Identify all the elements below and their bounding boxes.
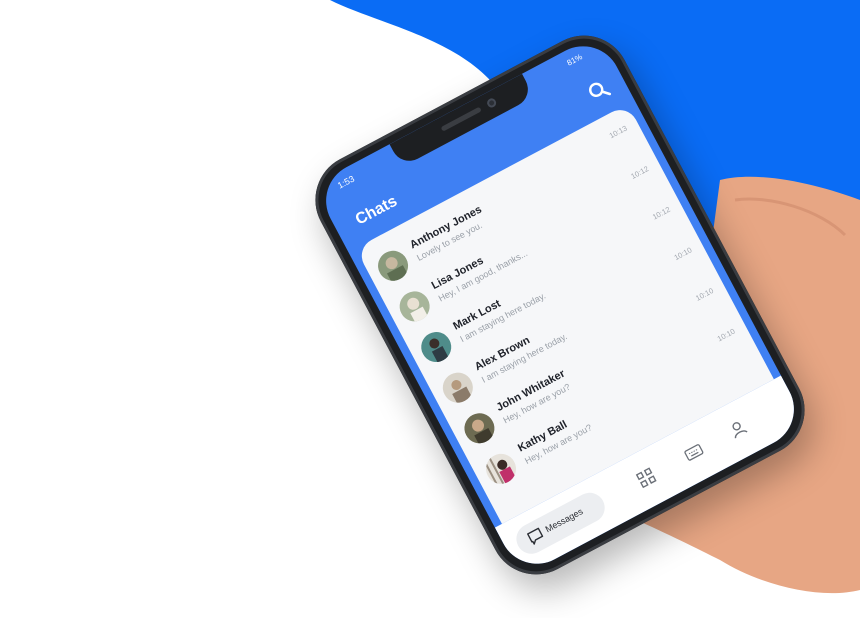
speaker [440, 106, 482, 132]
avatar [459, 407, 500, 449]
chat-time: 10:10 [694, 286, 715, 303]
qr-code-icon[interactable] [634, 466, 658, 490]
avatar [372, 245, 414, 287]
front-camera [485, 96, 498, 110]
status-battery: 81% [565, 52, 584, 68]
user-icon[interactable] [726, 417, 750, 441]
keyboard-icon[interactable] [682, 440, 706, 464]
avatar [480, 448, 522, 490]
avatar [415, 326, 457, 368]
chat-bubble-icon [527, 527, 544, 545]
chat-time: 10:10 [715, 326, 737, 344]
chat-time: 10:13 [607, 123, 629, 141]
chat-time: 10:10 [672, 245, 694, 263]
chat-time: 10:12 [629, 164, 651, 181]
avatar [394, 286, 435, 327]
chat-time: 10:12 [650, 204, 672, 222]
status-time: 1:53 [335, 173, 357, 191]
avatar [437, 367, 479, 408]
page-title: Chats [352, 192, 401, 229]
tab-messages-label: Messages [543, 506, 585, 535]
search-icon[interactable] [584, 76, 614, 106]
